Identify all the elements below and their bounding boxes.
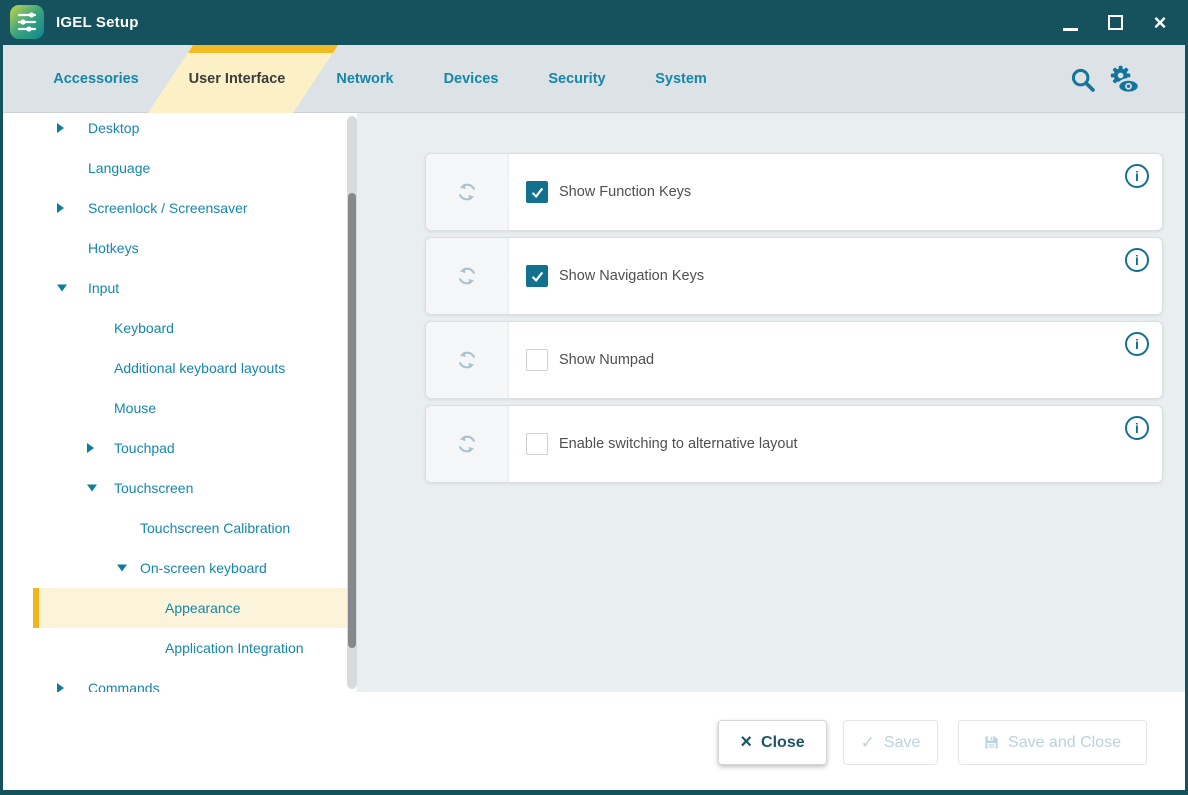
igel-setup-window: IGEL Setup × Accessories User Interface … (0, 0, 1188, 795)
minimize-icon (1063, 28, 1078, 31)
reset-parameter-button[interactable] (426, 154, 509, 230)
sidebar-item-desktop[interactable]: Desktop (33, 113, 351, 148)
checkbox-show-function-keys[interactable] (526, 181, 548, 203)
reset-parameter-button[interactable] (426, 406, 509, 482)
close-x-icon: × (740, 732, 752, 752)
sidebar-item-keyboard[interactable]: Keyboard (33, 308, 351, 348)
info-icon[interactable]: i (1125, 332, 1149, 356)
window-border-left (0, 45, 3, 795)
info-icon[interactable]: i (1125, 416, 1149, 440)
tab-accessories[interactable]: Accessories (53, 45, 138, 113)
checkbox-show-numpad[interactable] (526, 349, 548, 371)
save-button-label: Save (884, 734, 920, 752)
settings-tree-sidebar: Desktop Language Screenlock / Screensave… (3, 113, 357, 692)
minimize-button[interactable] (1053, 0, 1087, 45)
titlebar: IGEL Setup × (0, 0, 1188, 45)
sidebar-item-touchpad[interactable]: Touchpad (33, 428, 351, 468)
close-window-button[interactable]: × (1143, 0, 1177, 45)
maximize-button[interactable] (1098, 0, 1132, 45)
sidebar-item-touchscreen[interactable]: Touchscreen (33, 468, 351, 508)
search-icon[interactable] (1069, 66, 1097, 94)
reset-parameter-icon (454, 263, 480, 289)
igel-logo-icon (10, 5, 44, 39)
chevron-down-icon (57, 285, 67, 292)
setting-row-show-navigation-keys: Show Navigation Keys i (425, 237, 1163, 315)
tab-network[interactable]: Network (336, 45, 393, 113)
window-title: IGEL Setup (56, 0, 139, 45)
reset-parameter-icon (454, 431, 480, 457)
setting-label: Show Navigation Keys (559, 268, 704, 284)
sidebar-item-hotkeys[interactable]: Hotkeys (33, 228, 351, 268)
sidebar-item-appearance[interactable]: Appearance (33, 588, 351, 628)
checkmark-icon (529, 268, 545, 284)
sidebar-item-language[interactable]: Language (33, 148, 351, 188)
tab-security[interactable]: Security (548, 45, 605, 113)
reset-parameter-button[interactable] (426, 322, 509, 398)
chevron-down-icon (87, 485, 97, 492)
setting-row-show-function-keys: Show Function Keys i (425, 153, 1163, 231)
save-floppy-icon (984, 735, 999, 750)
save-and-close-button[interactable]: Save and Close (958, 720, 1147, 765)
sidebar-item-touchscreen-calibration[interactable]: Touchscreen Calibration (33, 508, 351, 548)
tab-bar: Accessories User Interface Network Devic… (3, 45, 1185, 113)
setting-label: Show Numpad (559, 352, 654, 368)
chevron-right-icon (87, 443, 94, 453)
info-icon[interactable]: i (1125, 164, 1149, 188)
sidebar-item-input[interactable]: Input (33, 268, 351, 308)
sidebar-item-application-integration[interactable]: Application Integration (33, 628, 351, 668)
reset-parameter-icon (454, 179, 480, 205)
sidebar-item-on-screen-keyboard[interactable]: On-screen keyboard (33, 548, 351, 588)
window-border-bottom (0, 790, 1188, 795)
chevron-down-icon (117, 565, 127, 572)
setting-label: Enable switching to alternative layout (559, 436, 798, 452)
save-button[interactable]: ✓ Save (843, 720, 938, 765)
sidebar-item-additional-keyboard-layouts[interactable]: Additional keyboard layouts (33, 348, 351, 388)
chevron-right-icon (57, 123, 64, 133)
chevron-right-icon (57, 683, 64, 692)
setting-row-show-numpad: Show Numpad i (425, 321, 1163, 399)
checkbox-enable-switching-alternative-layout[interactable] (526, 433, 548, 455)
sidebar-item-commands[interactable]: Commands (33, 668, 351, 692)
close-button[interactable]: × Close (718, 720, 827, 765)
tab-user-interface[interactable]: User Interface (189, 45, 286, 113)
info-icon[interactable]: i (1125, 248, 1149, 272)
close-button-label: Close (761, 734, 805, 752)
check-icon: ✓ (861, 734, 875, 751)
view-settings-gear-eye-icon[interactable] (1107, 64, 1141, 96)
save-and-close-button-label: Save and Close (1008, 734, 1121, 752)
reset-parameter-icon (454, 347, 480, 373)
tab-devices[interactable]: Devices (444, 45, 499, 113)
close-icon: × (1154, 12, 1167, 34)
sidebar-item-mouse[interactable]: Mouse (33, 388, 351, 428)
sidebar-item-screenlock-screensaver[interactable]: Screenlock / Screensaver (33, 188, 351, 228)
reset-parameter-button[interactable] (426, 238, 509, 314)
checkbox-show-navigation-keys[interactable] (526, 265, 548, 287)
sidebar-scrollbar-thumb[interactable] (348, 193, 356, 648)
tab-system[interactable]: System (655, 45, 707, 113)
settings-panel: Show Function Keys i Show Navigation Key… (357, 113, 1185, 692)
chevron-right-icon (57, 203, 64, 213)
setting-label: Show Function Keys (559, 184, 691, 200)
maximize-icon (1108, 15, 1123, 30)
setting-row-enable-switching-alternative-layout: Enable switching to alternative layout i (425, 405, 1163, 483)
checkmark-icon (529, 184, 545, 200)
